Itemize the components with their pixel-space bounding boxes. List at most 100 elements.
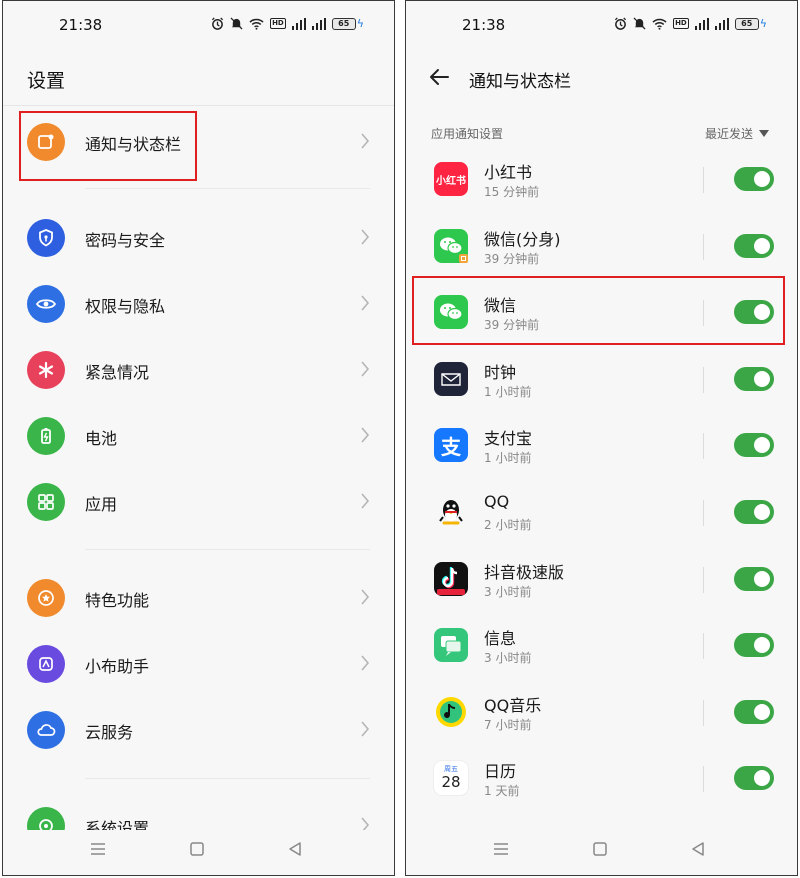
signal-icon bbox=[311, 17, 326, 30]
divider bbox=[703, 433, 704, 459]
settings-item-special-features[interactable]: 特色功能 bbox=[3, 568, 394, 628]
menu-icon[interactable] bbox=[493, 841, 509, 857]
settings-item-label: 系统设置 bbox=[85, 819, 150, 830]
toggle-knob bbox=[754, 704, 770, 720]
notification-toggle[interactable] bbox=[734, 234, 774, 258]
mute-icon bbox=[633, 17, 646, 30]
app-name: 信息 bbox=[484, 629, 517, 648]
notification-settings-screen: 21:38 HD 65 ϟ 通知与状态栏 应用通知设置 最近发送 小红书 小红书… bbox=[405, 0, 798, 876]
signal-icon bbox=[714, 17, 729, 30]
notification-toggle[interactable] bbox=[734, 766, 774, 790]
chevron-right-icon bbox=[361, 589, 370, 605]
settings-item-label: 电池 bbox=[85, 429, 118, 448]
divider bbox=[703, 234, 704, 260]
navigation-bar bbox=[3, 839, 394, 863]
charging-icon: ϟ bbox=[759, 17, 767, 30]
settings-item-apps[interactable]: 应用 bbox=[3, 472, 394, 532]
alarm-icon bbox=[614, 17, 627, 30]
notification-toggle[interactable] bbox=[734, 167, 774, 191]
divider bbox=[3, 105, 394, 106]
shield-icon bbox=[27, 219, 65, 257]
app-last-sent: 1 小时前 bbox=[484, 385, 532, 399]
app-name: 日历 bbox=[484, 762, 517, 781]
notification-toggle[interactable] bbox=[734, 433, 774, 457]
app-row-qq-music[interactable]: QQ音乐 7 小时前 bbox=[406, 682, 797, 748]
settings-icon bbox=[27, 807, 65, 830]
eye-icon bbox=[27, 285, 65, 323]
calendar-date: 28 bbox=[441, 773, 461, 791]
app-name: 支付宝 bbox=[484, 429, 533, 448]
home-icon[interactable] bbox=[189, 841, 205, 857]
toggle-knob bbox=[754, 371, 770, 387]
section-header: 应用通知设置 bbox=[431, 127, 504, 141]
mute-icon bbox=[230, 17, 243, 30]
wifi-icon bbox=[249, 18, 264, 30]
settings-item-emergency[interactable]: 紧急情况 bbox=[3, 340, 394, 400]
page-title: 通知与状态栏 bbox=[469, 72, 571, 92]
douyin-lite-icon bbox=[434, 562, 468, 596]
notification-toggle[interactable] bbox=[734, 567, 774, 591]
xiaohongshu-logo-text: 小红书 bbox=[436, 175, 466, 187]
menu-icon[interactable] bbox=[90, 841, 106, 857]
app-last-sent: 2 小时前 bbox=[484, 518, 532, 532]
app-row-clock[interactable]: 时钟 1 小时前 bbox=[406, 349, 797, 415]
app-row-alipay[interactable]: 支 支付宝 1 小时前 bbox=[406, 415, 797, 481]
settings-item-permissions-privacy[interactable]: 权限与隐私 bbox=[3, 274, 394, 334]
divider bbox=[703, 367, 704, 393]
settings-item-cloud-service[interactable]: 云服务 bbox=[3, 700, 394, 760]
alarm-icon bbox=[211, 17, 224, 30]
notification-toggle[interactable] bbox=[734, 633, 774, 657]
xiaohongshu-icon: 小红书 bbox=[434, 162, 468, 196]
settings-item-label: 权限与隐私 bbox=[85, 297, 166, 316]
grid-icon bbox=[27, 483, 65, 521]
sort-label: 最近发送 bbox=[704, 127, 753, 141]
back-arrow-icon[interactable] bbox=[428, 67, 450, 87]
qq-music-icon bbox=[434, 695, 468, 729]
chevron-right-icon bbox=[361, 721, 370, 737]
highlight-box bbox=[412, 276, 785, 345]
messages-icon bbox=[434, 628, 468, 662]
status-bar: 21:38 HD 65 ϟ bbox=[406, 15, 797, 35]
settings-screen: 21:38 HD 65 ϟ 设置 通知与状态栏 密码与安全 权限与隐私 紧急情况… bbox=[2, 0, 395, 876]
chevron-right-icon bbox=[361, 361, 370, 377]
settings-item-label: 密码与安全 bbox=[85, 231, 166, 250]
charging-icon: ϟ bbox=[356, 17, 364, 30]
settings-item-system[interactable]: 系统设置 bbox=[3, 796, 394, 830]
app-name: QQ bbox=[484, 492, 510, 511]
divider bbox=[703, 167, 704, 193]
caret-down-icon bbox=[759, 130, 769, 137]
back-triangle-icon[interactable] bbox=[690, 841, 706, 857]
back-triangle-icon[interactable] bbox=[287, 841, 303, 857]
settings-item-battery[interactable]: 电池 bbox=[3, 406, 394, 466]
assistant-icon bbox=[27, 645, 65, 683]
notification-toggle[interactable] bbox=[734, 500, 774, 524]
app-row-qq[interactable]: QQ 2 小时前 bbox=[406, 482, 797, 548]
star-icon bbox=[27, 579, 65, 617]
divider bbox=[85, 778, 370, 779]
app-row-douyin-lite[interactable]: 抖音极速版 3 小时前 bbox=[406, 549, 797, 615]
notification-toggle[interactable] bbox=[734, 367, 774, 391]
divider bbox=[703, 633, 704, 659]
battery-icon bbox=[27, 417, 65, 455]
toggle-knob bbox=[754, 238, 770, 254]
notification-toggle[interactable] bbox=[734, 700, 774, 724]
toggle-knob bbox=[754, 504, 770, 520]
settings-item-label: 小布助手 bbox=[85, 657, 150, 676]
settings-item-password-security[interactable]: 密码与安全 bbox=[3, 208, 394, 268]
app-last-sent: 1 小时前 bbox=[484, 451, 532, 465]
highlight-box bbox=[19, 111, 197, 181]
battery-level: 65 bbox=[734, 17, 759, 30]
app-row-xiaohongshu[interactable]: 小红书 小红书 15 分钟前 bbox=[406, 149, 797, 215]
settings-item-breeno-assistant[interactable]: 小布助手 bbox=[3, 634, 394, 694]
home-icon[interactable] bbox=[592, 841, 608, 857]
app-row-messages[interactable]: 信息 3 小时前 bbox=[406, 615, 797, 681]
app-row-wechat-clone[interactable]: 微信(分身) 39 分钟前 bbox=[406, 216, 797, 282]
app-last-sent: 3 小时前 bbox=[484, 651, 532, 665]
clock-icon bbox=[434, 362, 468, 396]
app-row-calendar[interactable]: 周五 28 日历 1 天前 bbox=[406, 748, 797, 814]
chevron-right-icon bbox=[361, 133, 370, 149]
divider bbox=[703, 700, 704, 726]
status-time: 21:38 bbox=[462, 16, 506, 34]
sort-dropdown[interactable]: 最近发送 bbox=[705, 125, 769, 142]
toggle-knob bbox=[754, 171, 770, 187]
